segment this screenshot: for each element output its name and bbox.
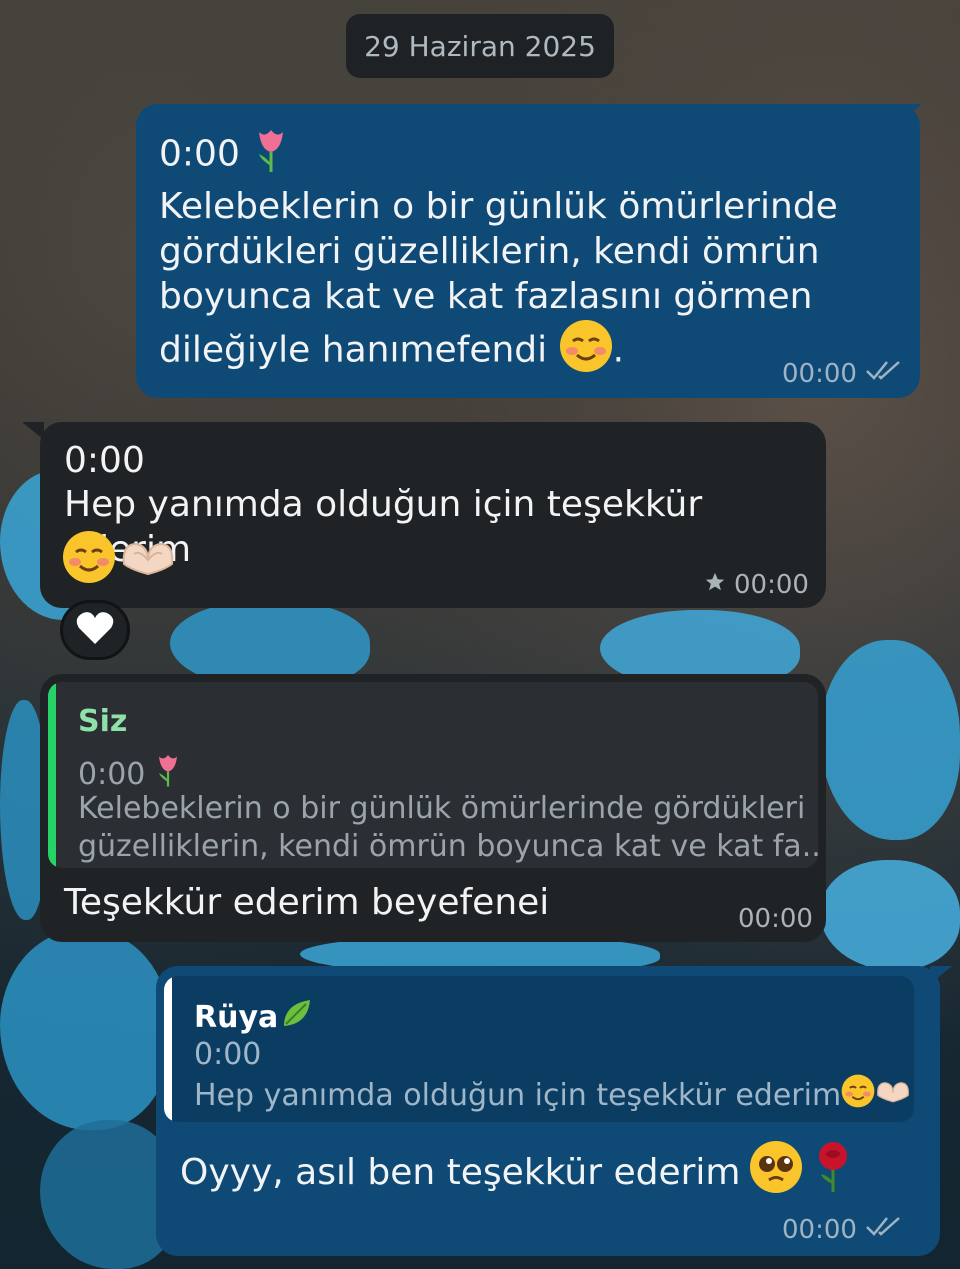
message-text: Teşekkür ederim beyefenei	[64, 882, 550, 923]
quote-accent-bar	[48, 682, 56, 868]
message-timestamp: 00:00	[734, 570, 809, 600]
message-text: Hep yanımda olduğun için teşekkür ederim	[64, 484, 703, 570]
quote-text-line: güzelliklerin, kendi ömrün boyunca kat v…	[78, 829, 818, 864]
quoted-message[interactable]: Siz 0:00 Kelebeklerin o bir günlük ömürl…	[48, 682, 818, 868]
double-check-icon	[865, 1214, 903, 1245]
quote-sender: Rüya	[194, 999, 279, 1035]
heart-hands-emoji-icon	[120, 530, 176, 588]
quote-sender: Siz	[78, 704, 128, 739]
white-heart-icon	[75, 610, 115, 650]
message-timestamp: 00:00	[738, 904, 813, 934]
incoming-message[interactable]: 0:00 Hep yanımda olduğun için teşekkür e…	[40, 422, 826, 608]
rose-emoji-icon	[811, 1140, 855, 1205]
tulip-emoji-icon	[251, 126, 291, 185]
quote-time-line: 0:00	[194, 1037, 262, 1072]
date-chip: 29 Haziran 2025	[346, 14, 614, 78]
message-timestamp: 00:00	[782, 1214, 857, 1245]
message-time-line: 0:00	[64, 440, 145, 481]
quote-text-line: Kelebeklerin o bir günlük ömürlerinde gö…	[78, 791, 806, 826]
quoted-message[interactable]: Rüya 0:00 Hep yanımda olduğun için teşek…	[164, 976, 914, 1122]
smiling-face-emoji-icon	[62, 530, 116, 588]
incoming-message[interactable]: Siz 0:00 Kelebeklerin o bir günlük ömürl…	[40, 674, 826, 942]
message-text: Kelebeklerin o bir günlük ömürlerinde gö…	[159, 186, 838, 371]
message-time-line: 0:00	[159, 133, 240, 175]
smiling-face-emoji-icon	[559, 319, 613, 384]
heart-hands-emoji-icon	[875, 1074, 911, 1118]
smiling-face-emoji-icon	[841, 1074, 875, 1118]
message-text-end: .	[612, 329, 625, 371]
reaction-badge[interactable]	[60, 600, 130, 660]
leaf-emoji-icon	[280, 996, 314, 1038]
quote-text-line: Hep yanımda olduğun için teşekkür ederim	[194, 1078, 842, 1113]
message-timestamp: 00:00	[782, 358, 857, 389]
quote-accent-bar	[164, 976, 172, 1122]
quote-time-line: 0:00	[78, 757, 146, 792]
message-text: Oyyy, asıl ben teşekkür ederim	[180, 1152, 741, 1193]
pleading-face-emoji-icon	[749, 1140, 803, 1205]
outgoing-message[interactable]: Rüya 0:00 Hep yanımda olduğun için teşek…	[156, 966, 940, 1256]
double-check-icon	[865, 358, 903, 389]
star-icon	[704, 570, 726, 600]
outgoing-message[interactable]: 0:00 Kelebeklerin o bir günlük ömürlerin…	[136, 104, 920, 398]
